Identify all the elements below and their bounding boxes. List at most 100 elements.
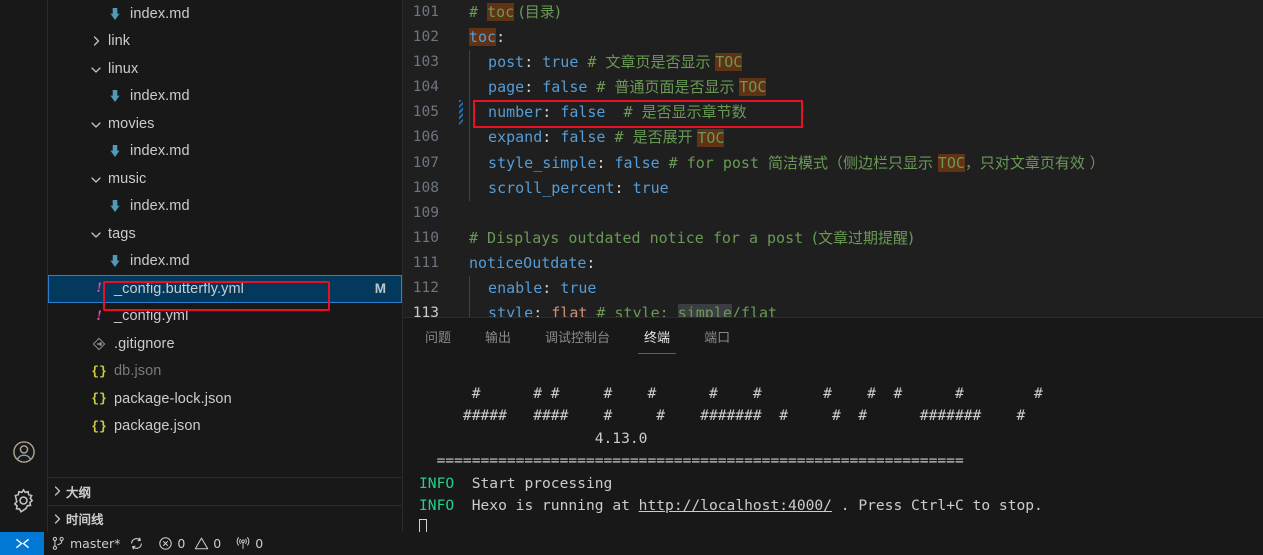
tree-item[interactable]: ! _config.yml xyxy=(48,303,402,331)
tree-item-label: index.md xyxy=(130,198,190,215)
tree-item[interactable]: movies xyxy=(48,110,402,138)
tree-item[interactable]: index.md xyxy=(48,193,402,221)
line-number: 105 xyxy=(412,104,439,121)
tree-item-label: linux xyxy=(108,60,139,77)
chevron-down-icon[interactable] xyxy=(88,226,104,242)
status-bar: master* 0 0 0 xyxy=(0,532,1263,555)
tree-item[interactable]: .gitignore xyxy=(48,330,402,358)
code-line[interactable]: 106 expand: false # 是否展开 TOC xyxy=(403,125,1263,151)
chevron-down-icon[interactable] xyxy=(88,61,104,77)
sidebar-section-label: 大纲 xyxy=(66,484,92,500)
markdown-file-icon xyxy=(104,199,126,213)
panel-tab-端口[interactable]: 端口 xyxy=(698,327,736,354)
code-text: style: flat # style: simple/flat xyxy=(463,301,777,317)
tree-item-label: music xyxy=(108,170,147,187)
warning-count: 0 xyxy=(213,536,222,551)
tree-item-label: _config.yml xyxy=(114,308,189,325)
code-line[interactable]: 107 style_simple: false # for post 简洁模式（… xyxy=(403,150,1263,176)
line-number: 111 xyxy=(412,254,439,271)
code-line[interactable]: 108 scroll_percent: true xyxy=(403,175,1263,201)
code-line[interactable]: 113 style: flat # style: simple/flat xyxy=(403,301,1263,317)
file-tree[interactable]: index.md link linux index.md movies index.md m… xyxy=(48,0,402,477)
json-file-icon: {} xyxy=(91,418,107,434)
sidebar-section-label: 时间线 xyxy=(66,512,104,528)
panel-tab-调试控制台[interactable]: 调试控制台 xyxy=(539,327,616,354)
error-count: 0 xyxy=(177,536,186,551)
code-line[interactable]: 104 page: false # 普通页面是否显示 TOC xyxy=(403,75,1263,101)
accounts-icon[interactable] xyxy=(0,428,48,476)
sidebar-section-时间线[interactable]: 时间线 xyxy=(48,504,402,533)
log-level-info-1: INFO xyxy=(419,474,455,492)
tree-item[interactable]: index.md xyxy=(48,138,402,166)
line-number: 109 xyxy=(412,204,439,221)
code-text: style_simple: false # for post 简洁模式（侧边栏只… xyxy=(463,150,1105,176)
tree-item[interactable]: linux xyxy=(48,55,402,83)
tree-item[interactable]: tags xyxy=(48,220,402,248)
problems-status[interactable]: 0 0 xyxy=(151,532,228,555)
line-number: 107 xyxy=(412,154,439,171)
terminal-divider: ========================================… xyxy=(419,452,964,469)
panel-tab-输出[interactable]: 输出 xyxy=(479,327,517,354)
sidebar-section-大纲[interactable]: 大纲 xyxy=(48,477,402,505)
git-branch-name: master* xyxy=(70,536,121,551)
line-number: 110 xyxy=(412,229,439,246)
code-line[interactable]: 110 # Displays outdated notice for a post… xyxy=(403,226,1263,251)
tree-item[interactable]: index.md xyxy=(48,0,402,28)
tree-item-label: link xyxy=(108,33,131,50)
line-number: 113 xyxy=(412,305,439,317)
line-number: 112 xyxy=(412,280,439,297)
code-text: toc: xyxy=(469,28,506,47)
code-line[interactable]: 105 number: false # 是否显示章节数 xyxy=(403,100,1263,126)
hexo-ascii-line-2: ##### #### # # ####### # # # ####### # xyxy=(419,407,1026,424)
tree-item[interactable]: {} db.json xyxy=(48,358,402,386)
git-branch-status[interactable]: master* xyxy=(44,532,151,555)
chevron-down-icon[interactable] xyxy=(88,171,104,187)
panel-tab-终端[interactable]: 终端 xyxy=(638,327,677,354)
panel-tab-bar[interactable]: 问题 输出 调试控制台 终端 端口 xyxy=(403,318,1263,354)
vscode-window: index.md link linux index.md movies index.md m… xyxy=(0,0,1263,555)
log-level-info-2: INFO xyxy=(419,497,455,514)
terminal-cursor xyxy=(419,518,427,532)
tree-item[interactable]: {} package.json xyxy=(48,413,402,441)
log-message-1: Start processing xyxy=(471,474,613,492)
tree-item[interactable]: index.md xyxy=(48,248,402,276)
code-line[interactable]: 103 post: true # 文章页是否显示 TOC xyxy=(403,50,1263,76)
code-line[interactable]: 101 # toc (目录) xyxy=(403,0,1263,25)
yaml-file-icon: ! xyxy=(96,280,102,297)
tree-item-label: tags xyxy=(108,225,136,242)
tree-item[interactable]: music xyxy=(48,165,402,193)
json-file-icon: {} xyxy=(91,391,107,407)
tree-item-label: _config.butterfly.yml xyxy=(114,280,244,297)
sidebar-sections: 大纲 时间线 xyxy=(48,477,402,532)
tree-item[interactable]: index.md xyxy=(48,83,402,111)
ports-status[interactable]: 0 xyxy=(228,532,270,555)
line-number: 101 xyxy=(412,4,439,20)
code-line[interactable]: 111 noticeOutdate: xyxy=(403,251,1263,276)
code-line[interactable]: 112 enable: true xyxy=(403,276,1263,302)
code-editor[interactable]: 101 # toc (目录) 102 toc: 103 post: true # 文章页… xyxy=(403,0,1263,317)
code-text: post: true # 文章页是否显示 TOC xyxy=(463,50,743,76)
chevron-right-icon[interactable] xyxy=(88,33,104,49)
markdown-file-icon xyxy=(104,89,126,103)
settings-gear-icon[interactable] xyxy=(0,476,48,524)
tree-item[interactable]: {} package-lock.json xyxy=(48,385,402,413)
code-text: page: false # 普通页面是否显示 TOC xyxy=(463,75,767,101)
markdown-file-icon xyxy=(104,7,126,21)
code-line[interactable]: 102 toc: xyxy=(403,25,1263,50)
chevron-right-icon xyxy=(48,484,66,498)
terminal-output[interactable]: # # # # # # # # # # # # ##### #### # # #… xyxy=(403,354,1263,532)
git-status-badge: M xyxy=(374,281,386,297)
chevron-down-icon[interactable] xyxy=(88,116,104,132)
code-text: # toc (目录) xyxy=(469,3,561,21)
code-line[interactable]: 109 xyxy=(403,201,1263,226)
code-content[interactable]: 101 # toc (目录) 102 toc: 103 post: true # 文章页… xyxy=(403,0,1263,317)
git-modified-marker xyxy=(459,201,463,226)
localhost-link[interactable]: http://localhost:4000/ xyxy=(639,497,832,514)
line-number: 108 xyxy=(412,179,439,196)
remote-window-indicator-icon[interactable] xyxy=(0,532,44,555)
tree-item[interactable]: link xyxy=(48,28,402,56)
panel-tab-问题[interactable]: 问题 xyxy=(419,327,457,354)
tree-item-selected[interactable]: ! _config.butterfly.yml M xyxy=(48,275,402,303)
tree-item-label: db.json xyxy=(114,363,162,380)
line-number: 103 xyxy=(412,54,439,71)
